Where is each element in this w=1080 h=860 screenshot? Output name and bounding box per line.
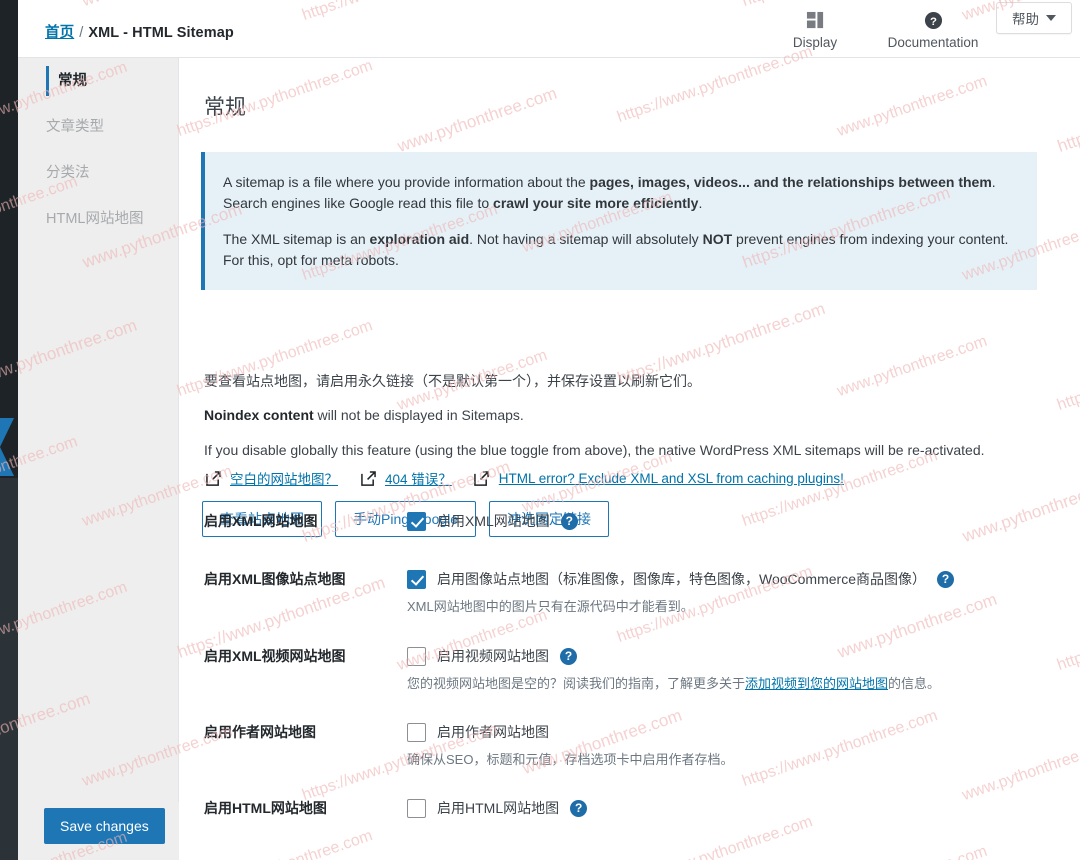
checkbox-image-sitemap[interactable] [407,569,426,589]
admin-gutter-lower [0,478,18,860]
html-error-caching-link[interactable]: HTML error? Exclude XML and XSL from cac… [499,471,844,486]
setting-field-html-sitemap: 启用HTML网站地图 ? [407,798,588,818]
notice-p2-d: NOT [702,230,733,247]
checkbox-video-sitemap[interactable] [407,646,426,666]
help-tooltip-icon[interactable]: ? [570,799,588,817]
help-dropdown-label: 帮助 [1012,12,1039,27]
setting-label-image-sitemap: 启用XML图像站点地图 [204,571,346,587]
breadcrumb: 首页 / XML - HTML Sitemap [45,21,234,42]
breadcrumb-home-link[interactable]: 首页 [45,25,74,41]
notice-p1-e: . [698,195,703,212]
info-notice: A sitemap is a file where you provide in… [201,152,1037,291]
setting-field-video-sitemap: 启用视频网站地图 ? 您的视频网站地图是空的？阅读我们的指南，了解更多关于添加视… [407,646,940,694]
checkbox-label-image-sitemap: 启用图像站点地图（标准图像，图像库，特色图像，WooCommerce商品图像） [437,571,926,587]
content-panel: 常规 A sitemap is a file where you provide… [179,58,1080,860]
setting-label-video-sitemap: 启用XML视频网站地图 [204,648,346,664]
help-tooltip-icon[interactable]: ? [560,647,577,665]
checkbox-label-xml-sitemap: 启用XML网站地图 [437,513,550,529]
checkbox-line: 启用XML网站地图 ? [407,511,578,531]
top-actions: Display ? Documentation [756,6,992,50]
noindex-hint-text: Noindex content will not be displayed in… [204,405,524,426]
setting-field-author-sitemap: 启用作者网站地图 确保从SEO，标题和元值，存档选项卡中启用作者存档。 [407,722,733,770]
sidebar-item-general[interactable]: 常规 [18,58,178,104]
breadcrumb-separator: / [79,25,84,41]
sidebar-item-general-label: 常规 [58,73,87,89]
chevron-down-icon [1046,15,1056,21]
documentation-action-label: Documentation [887,35,979,50]
disable-globally-text: If you disable globally this feature (us… [204,442,985,458]
question-circle-icon: ? [924,10,943,30]
help-tooltip-icon[interactable]: ? [560,512,578,530]
layout-display-icon [806,10,825,30]
empty-sitemap-link[interactable]: 空白的网站地图？ [230,468,338,488]
external-link-icon [204,469,222,487]
sidebar-item-post-types-label: 文章类型 [46,119,104,135]
checkbox-line: 启用视频网站地图 ? [407,646,940,666]
page-title: 常规 [204,96,246,119]
notice-paragraph-2: The XML sitemap is an exploration aid. N… [223,229,1015,272]
checkbox-author-sitemap[interactable] [407,722,426,742]
notice-p2-a: The XML sitemap is an [223,230,370,247]
permalink-hint-text: 要查看站点地图，请启用永久链接（不是默认第一个），并保存设置以刷新它们。 [204,373,701,389]
checkbox-label-html-sitemap: 启用HTML网站地图 [437,800,560,816]
error-404-link[interactable]: 404 错误？ [385,468,452,488]
checkbox-label-video-sitemap: 启用视频网站地图 [437,648,549,664]
display-action-label: Display [792,35,838,50]
video-desc-pre: 您的视频网站地图是空的？阅读我们的指南，了解更多关于 [407,676,746,691]
setting-field-image-sitemap: 启用图像站点地图（标准图像，图像库，特色图像，WooCommerce商品图像） … [407,569,954,617]
noindex-hint-bold: Noindex content [204,407,314,423]
notice-p2-c: . Not having a sitemap will absolutely [469,230,703,247]
svg-text:?: ? [930,15,937,27]
notice-p2-b: exploration aid [369,230,470,247]
top-bar: 首页 / XML - HTML Sitemap Display ? Docume… [18,0,1080,58]
setting-field-xml-sitemap: 启用XML网站地图 ? [407,511,578,531]
external-link-icon [359,469,377,487]
setting-description-author-sitemap: 确保从SEO，标题和元值，存档选项卡中启用作者存档。 [407,752,734,767]
display-action[interactable]: Display [756,6,874,50]
app-root: 首页 / XML - HTML Sitemap Display ? Docume… [0,0,1080,860]
sidebar: 常规 文章类型 分类法 HTML网站地图 [18,58,179,860]
video-desc-post: 的信息。 [888,676,941,691]
sidebar-item-post-types[interactable]: 文章类型 [18,104,178,150]
add-video-guide-link[interactable]: 添加视频到您的网站地图 [745,676,888,691]
breadcrumb-current: XML - HTML Sitemap [88,25,234,41]
setting-label-xml-sitemap: 启用XML网站地图 [204,513,318,529]
sidebar-item-html-sitemap-label: HTML网站地图 [46,211,144,227]
notice-paragraph-1: A sitemap is a file where you provide in… [223,172,1015,215]
checkbox-line: 启用图像站点地图（标准图像，图像库，特色图像，WooCommerce商品图像） … [407,569,954,589]
checkbox-line: 启用作者网站地图 [407,722,733,742]
notice-p1-b: pages, images, videos... and the relatio… [589,174,992,190]
setting-description-video-sitemap: 您的视频网站地图是空的？阅读我们的指南，了解更多关于添加视频到您的网站地图的信息… [407,674,940,694]
setting-label-author-sitemap: 启用作者网站地图 [204,724,316,740]
external-links-row: 空白的网站地图？ 404 错误？ HTML error? Exclude XML… [204,468,865,488]
noindex-hint-rest: will not be displayed in Sitemaps. [313,407,524,423]
save-changes-button[interactable]: Save changes [44,808,165,844]
help-dropdown-button[interactable]: 帮助 [996,2,1072,34]
sidebar-item-taxonomies[interactable]: 分类法 [18,150,178,196]
notice-p1-a: A sitemap is a file where you provide in… [223,174,590,190]
documentation-action[interactable]: ? Documentation [874,6,992,50]
checkbox-xml-sitemap[interactable] [407,511,426,531]
notice-p1-d: crawl your site more efficiently [493,195,699,212]
help-tooltip-icon[interactable]: ? [937,570,954,588]
sidebar-item-taxonomies-label: 分类法 [46,165,90,181]
save-bar: Save changes [18,802,179,860]
checkbox-line: 启用HTML网站地图 ? [407,798,588,818]
external-link-icon [473,469,491,487]
setting-label-html-sitemap: 启用HTML网站地图 [204,800,327,816]
checkbox-html-sitemap[interactable] [407,798,426,818]
checkbox-label-author-sitemap: 启用作者网站地图 [437,724,549,740]
setting-description-image-sitemap: XML网站地图中的图片只有在源代码中才能看到。 [407,599,694,614]
sidebar-item-html-sitemap[interactable]: HTML网站地图 [18,196,178,242]
